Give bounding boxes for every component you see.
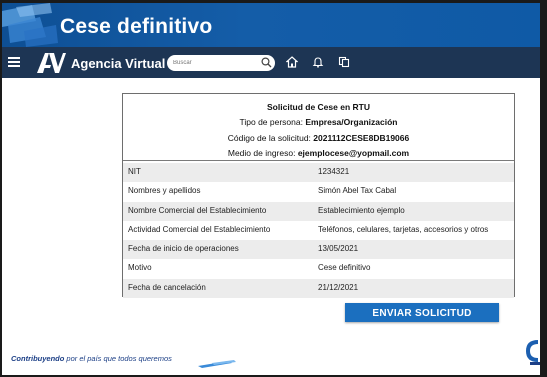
page-title: Cese definitivo <box>60 15 213 38</box>
request-code-label: Código de la solicitud: <box>227 132 311 143</box>
banner-logo-icon <box>2 3 58 47</box>
entry-channel-line: Medio de ingreso: ejemplocese@yopmail.co… <box>123 146 514 162</box>
row-label: NIT <box>128 167 141 176</box>
title-banner: Cese definitivo <box>2 3 540 47</box>
table-row: NIT 1234321 <box>123 163 514 183</box>
table-row: Fecha de inicio de operaciones 13/05/202… <box>123 240 514 260</box>
footer-slogan-rest: por el país que todos queremos <box>64 354 172 363</box>
footer-slogan: Contribuyendo por el país que todos quer… <box>11 354 172 363</box>
entry-channel-value: ejemplocese@yopmail.com <box>297 148 410 158</box>
search-input[interactable] <box>167 55 275 71</box>
row-value: Teléfonos, celulares, tarjetas, accesori… <box>318 224 489 234</box>
row-value: Establecimiento ejemplo <box>318 205 405 215</box>
footer-slogan-bold: Contribuyendo <box>11 354 65 363</box>
send-request-button[interactable]: ENVIAR SOLICITUD <box>345 303 499 322</box>
row-value: Simón Abel Tax Cabal <box>318 186 397 196</box>
row-label: Motivo <box>128 263 152 273</box>
row-value: 1234321 <box>318 167 350 176</box>
row-label: Fecha de inicio de operaciones <box>128 244 239 254</box>
brand-name[interactable]: Agencia Virtual <box>71 56 165 71</box>
search-icon[interactable] <box>261 57 272 68</box>
table-row: Nombres y apellidos Simón Abel Tax Cabal <box>123 182 514 201</box>
menu-icon[interactable] <box>8 57 20 67</box>
footer-stripe-icon <box>198 360 236 368</box>
table-row: Nombre Comercial del Establecimiento Est… <box>123 201 514 221</box>
row-label: Fecha de cancelación <box>128 282 206 292</box>
card-header: Solicitud de Cese en RTU Tipo de persona… <box>123 94 514 161</box>
sat-logo-icon <box>525 340 540 365</box>
request-code-line: Código de la solicitud: 2021112CESE8DB19… <box>123 131 514 147</box>
table-row: Actividad Comercial del Establecimiento … <box>123 221 514 240</box>
copy-icon[interactable] <box>338 56 350 68</box>
request-code-value: 2021112CESE8DB19066 <box>313 132 410 143</box>
table-row: Fecha de cancelación 21/12/2021 <box>123 278 514 299</box>
row-value: 21/12/2021 <box>318 282 359 292</box>
table-row: Motivo Cese definitivo <box>123 259 514 278</box>
detail-table: NIT 1234321 Nombres y apellidos Simón Ab… <box>123 161 514 299</box>
home-icon[interactable] <box>286 56 298 68</box>
person-type-label: Tipo de persona: <box>239 117 303 127</box>
person-type-line: Tipo de persona: Empresa/Organización <box>123 115 514 131</box>
row-label: Nombre Comercial del Establecimiento <box>128 205 267 215</box>
app-window: Cese definitivo Agencia Virtual Buscar S… <box>2 3 540 375</box>
row-label: Actividad Comercial del Establecimiento <box>128 224 271 234</box>
card-title: Solicitud de Cese en RTU <box>267 102 370 112</box>
row-value: 13/05/2021 <box>318 244 359 254</box>
row-value: Cese definitivo <box>318 263 371 273</box>
row-label: Nombres y apellidos <box>128 186 201 196</box>
person-type-value: Empresa/Organización <box>305 117 398 127</box>
request-summary-card: Solicitud de Cese en RTU Tipo de persona… <box>122 93 515 299</box>
top-navbar: Agencia Virtual <box>2 47 540 78</box>
entry-channel-label: Medio de ingreso: <box>227 148 296 158</box>
bell-icon[interactable] <box>312 56 324 68</box>
agencia-virtual-logo-icon <box>37 53 66 73</box>
